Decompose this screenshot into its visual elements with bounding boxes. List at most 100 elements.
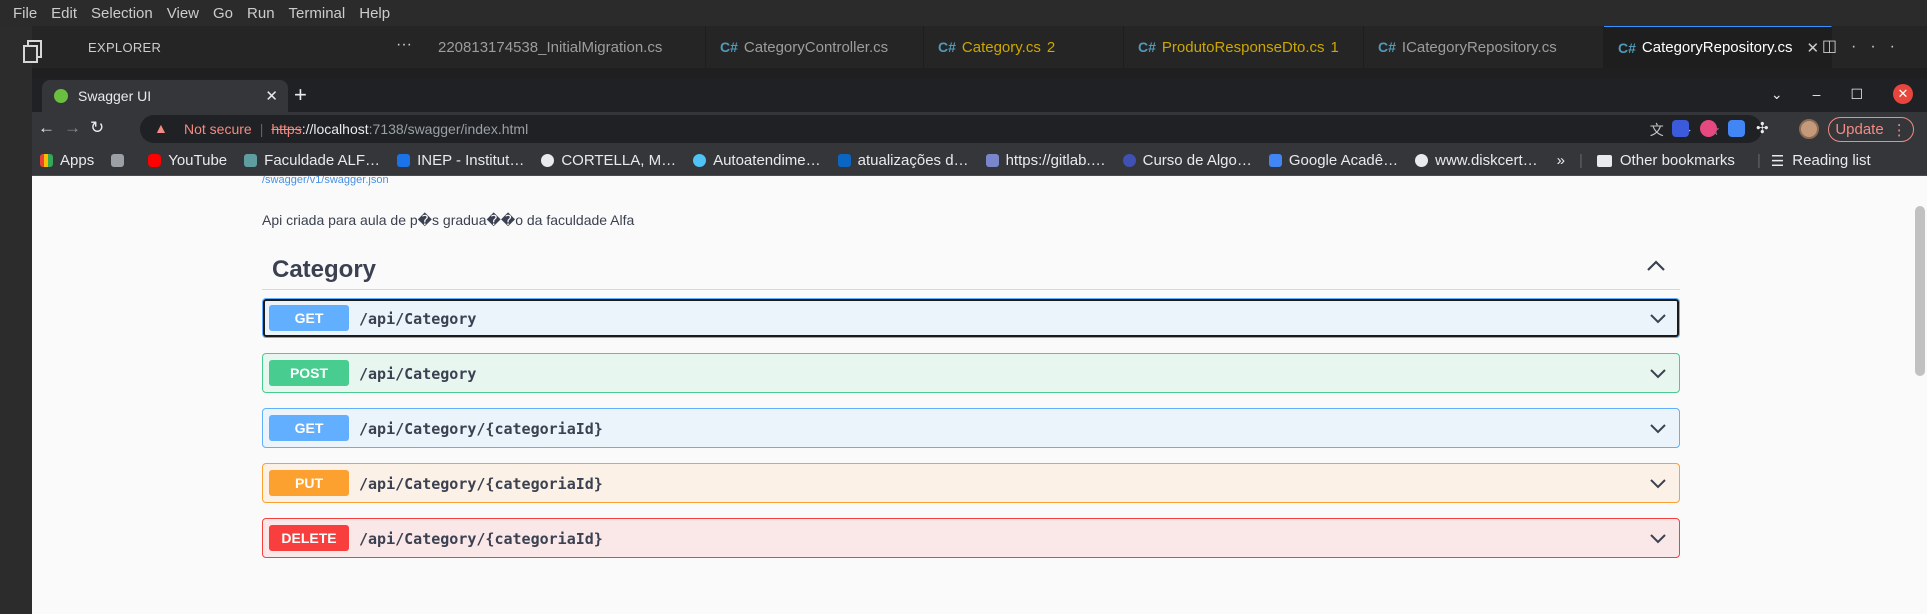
bookmark-youtube[interactable]: YouTube xyxy=(148,152,227,169)
reading-list-label: Reading list xyxy=(1792,152,1871,169)
page-scrollbar[interactable] xyxy=(1915,206,1925,376)
menu-run[interactable]: Run xyxy=(240,5,282,22)
bookmark-item[interactable] xyxy=(111,154,131,167)
bookmark-linkedin[interactable]: atualizações d… xyxy=(837,152,969,169)
editor-tab-category-repository[interactable]: C# CategoryRepository.cs ✕ xyxy=(1604,26,1832,68)
extension-icon[interactable] xyxy=(1700,120,1717,137)
reading-list[interactable]: ☰ Reading list xyxy=(1771,152,1871,170)
csharp-icon: C# xyxy=(720,39,738,55)
bookmark-label: atualizações d… xyxy=(857,152,969,169)
files-icon[interactable] xyxy=(22,40,44,64)
back-arrow-icon[interactable]: ← xyxy=(38,118,55,138)
csharp-icon: C# xyxy=(1618,39,1636,56)
tag-title: Category xyxy=(272,256,377,283)
extension-icon[interactable] xyxy=(1672,120,1689,137)
editor-tab-label: ProdutoResponseDto.cs xyxy=(1161,38,1325,56)
menu-file[interactable]: File xyxy=(6,5,44,22)
update-button[interactable]: Update ⋮ xyxy=(1828,117,1914,142)
bookmark-label: Curso de Algo… xyxy=(1142,152,1252,169)
other-bookmarks-label: Other bookmarks xyxy=(1619,152,1735,169)
menu-selection[interactable]: Selection xyxy=(84,5,160,22)
spec-link[interactable]: /swagger/v1/swagger.json xyxy=(262,176,389,186)
editor-tab-category[interactable]: C# Category.cs 2 xyxy=(924,26,1124,68)
operation-post-category[interactable]: POST /api/Category xyxy=(262,353,1680,393)
extensions: ✣ xyxy=(1672,120,1773,137)
bookmark-diskcert[interactable]: www.diskcert… xyxy=(1415,152,1538,169)
chevron-down-icon[interactable] xyxy=(1649,476,1667,490)
more-actions-icon[interactable]: ··· xyxy=(396,36,412,54)
menu-go[interactable]: Go xyxy=(206,5,240,22)
split-editor-icon[interactable]: ◫ xyxy=(1822,38,1851,55)
avatar[interactable] xyxy=(1799,119,1819,139)
chevron-down-icon[interactable] xyxy=(1649,311,1667,325)
operation-path: /api/Category xyxy=(359,365,477,383)
bookmark-label: Apps xyxy=(60,152,95,169)
problem-count-badge: 1 xyxy=(1330,38,1339,56)
maximize-icon[interactable]: ☐ xyxy=(1850,86,1863,103)
method-badge: DELETE xyxy=(269,525,349,551)
bookmark-label: www.diskcert… xyxy=(1435,152,1538,169)
csharp-icon: C# xyxy=(1378,39,1396,55)
editor-tab-label: CategoryRepository.cs xyxy=(1641,39,1793,56)
bookmark-autoatendimento[interactable]: Autoatendime… xyxy=(693,152,821,169)
operation-get-category[interactable]: GET /api/Category xyxy=(262,298,1680,338)
address-bar[interactable]: ▲ Not secure | https://localhost:7138/sw… xyxy=(140,115,1762,143)
globe-icon xyxy=(1415,154,1429,167)
operation-delete-category[interactable]: DELETE /api/Category/{categoriaId} xyxy=(262,518,1680,558)
bookmark-apps[interactable]: Apps xyxy=(40,152,94,169)
editor-tab-category-controller[interactable]: C# CategoryController.cs xyxy=(706,26,924,68)
operation-put-category[interactable]: PUT /api/Category/{categoriaId} xyxy=(262,463,1680,503)
reload-icon[interactable]: ↻ xyxy=(90,118,104,138)
csharp-icon: C# xyxy=(938,39,956,55)
forward-arrow-icon[interactable]: → xyxy=(64,118,81,138)
bookmark-curso[interactable]: Curso de Algo… xyxy=(1122,152,1252,169)
menu-edit[interactable]: Edit xyxy=(44,5,84,22)
bookmark-cortella[interactable]: CORTELLA, M… xyxy=(541,152,676,169)
bookmarks-overflow-icon[interactable]: » xyxy=(1557,152,1565,169)
reading-list-icon: ☰ xyxy=(1770,152,1785,170)
menu-view[interactable]: View xyxy=(160,5,206,22)
browser-toolbar: ← → ↻ ▲ Not secure | https://localhost:7… xyxy=(32,112,1927,146)
bookmark-inep[interactable]: INEP - Institut… xyxy=(397,152,524,169)
globe-icon xyxy=(541,154,555,167)
close-tab-icon[interactable]: ✕ xyxy=(265,87,278,105)
tab-search-icon[interactable]: ⌄ xyxy=(1771,86,1783,103)
operation-get-category-by-id[interactable]: GET /api/Category/{categoriaId} xyxy=(262,408,1680,448)
bookmark-google-academico[interactable]: Google Acadê… xyxy=(1268,152,1399,169)
translate-extension-icon[interactable] xyxy=(1728,120,1745,137)
bookmark-label: Google Acadê… xyxy=(1288,152,1399,169)
menu-help[interactable]: Help xyxy=(352,5,397,22)
chevron-down-icon[interactable] xyxy=(1649,531,1667,545)
site-icon xyxy=(111,154,125,167)
other-bookmarks-folder[interactable]: Other bookmarks xyxy=(1596,152,1735,169)
editor-tab-initial-migration[interactable]: 220813174538_InitialMigration.cs xyxy=(424,26,706,68)
bookmark-gitlab[interactable]: https://gitlab.… xyxy=(985,152,1106,169)
tag-section-header[interactable]: Category xyxy=(262,244,1680,290)
operation-path: /api/Category xyxy=(359,310,477,328)
minimize-icon[interactable]: – xyxy=(1813,86,1821,102)
bookmark-faculdade[interactable]: Faculdade ALF… xyxy=(244,152,380,169)
puzzle-icon[interactable]: ✣ xyxy=(1756,120,1773,137)
bookmark-label: YouTube xyxy=(168,152,228,169)
editor-tab-label: Category.cs xyxy=(961,38,1041,56)
close-tab-icon[interactable]: ✕ xyxy=(1807,39,1820,57)
close-window-icon[interactable]: ✕ xyxy=(1893,84,1913,104)
menu-terminal[interactable]: Terminal xyxy=(282,5,353,22)
youtube-icon xyxy=(148,154,162,167)
site-icon xyxy=(693,154,707,167)
more-actions-icon[interactable]: ··· xyxy=(1851,38,1909,55)
browser-tab-swagger[interactable]: Swagger UI ✕ xyxy=(42,80,288,112)
warning-icon[interactable]: ▲ xyxy=(154,120,168,136)
bookmarks-bar: Apps YouTube Faculdade ALF… INEP - Insti… xyxy=(32,146,1927,176)
problem-count-badge: 2 xyxy=(1046,38,1056,56)
editor-tab-icategory-repository[interactable]: C# ICategoryRepository.cs xyxy=(1364,26,1604,68)
browser-tabstrip: Swagger UI ✕ + ⌄ – ☐ ✕ xyxy=(32,78,1927,112)
chevron-down-icon[interactable] xyxy=(1649,421,1667,435)
chevron-up-icon[interactable] xyxy=(1646,258,1666,272)
chevron-down-icon[interactable] xyxy=(1649,366,1667,380)
new-tab-icon[interactable]: + xyxy=(294,82,307,108)
window-controls: ⌄ – ☐ ✕ xyxy=(1771,84,1913,104)
editor-tab-produto-response-dto[interactable]: C# ProdutoResponseDto.cs 1 xyxy=(1124,26,1364,68)
security-label[interactable]: Not secure xyxy=(184,121,252,137)
scholar-icon xyxy=(1268,154,1282,167)
